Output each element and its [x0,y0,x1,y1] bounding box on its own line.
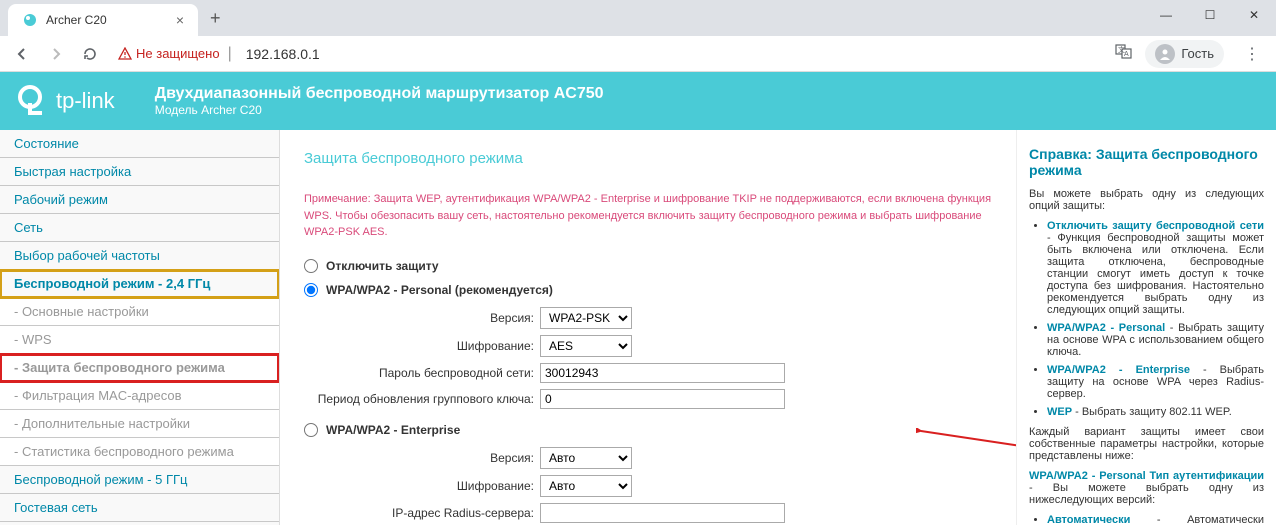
sidebar-item[interactable]: - Дополнительные настройки [0,410,279,438]
select-encryption-personal[interactable]: AES [540,335,632,357]
select-encryption-enterprise[interactable]: Авто [540,475,632,497]
radio-disable-label: Отключить защиту [326,259,439,273]
warning-icon [118,47,132,61]
translate-icon[interactable]: 文A [1115,42,1133,65]
profile-button[interactable]: Гость [1145,40,1224,68]
device-title: Двухдиапазонный беспроводной маршрутизат… [155,85,604,103]
input-wireless-password[interactable] [540,363,785,383]
help-auth-heading: WPA/WPA2 - Personal Тип аутентификации -… [1029,470,1264,506]
help-bullet: Отключить защиту беспроводной сети - Фун… [1047,220,1264,316]
sidebar-item[interactable]: - Фильтрация MAC-адресов [0,382,279,410]
svg-text:A: A [1124,51,1129,58]
brand-text: tp-link [56,88,115,114]
help-intro: Вы можете выбрать одну из следующих опци… [1029,188,1264,212]
router-header: tp-link Двухдиапазонный беспроводной мар… [0,72,1276,130]
help-title: Справка: Защита беспроводного режима [1029,146,1264,178]
sidebar: СостояниеБыстрая настройкаРабочий режимС… [0,130,280,525]
select-version-enterprise[interactable]: Авто [540,447,632,469]
window-controls: — ☐ ✕ [1144,0,1276,30]
sidebar-item[interactable]: Гостевая сеть [0,494,279,522]
label-encryption-ent: Шифрование: [304,479,534,493]
page-title: Защита беспроводного режима [304,150,992,167]
label-version: Версия: [304,311,534,325]
radio-wpa-enterprise[interactable] [304,423,318,437]
security-indicator[interactable]: Не защищено [118,46,220,61]
input-radius-ip[interactable] [540,503,785,523]
sidebar-item[interactable]: Быстрая настройка [0,158,279,186]
radio-disable-security[interactable] [304,259,318,273]
address-bar: Не защищено | 192.168.0.1 文A Гость ⋮ [0,36,1276,72]
label-encryption: Шифрование: [304,339,534,353]
annotation-arrow [916,428,1016,450]
select-version-personal[interactable]: WPA2-PSK [540,307,632,329]
url-text[interactable]: 192.168.0.1 [246,46,320,62]
browser-menu-icon[interactable]: ⋮ [1236,44,1268,64]
label-radius-ip: IP-адрес Radius-сервера: [304,506,534,520]
nav-forward[interactable] [42,40,70,68]
help-bullet: WEP - Выбрать защиту 802.11 WEP. [1047,406,1264,418]
nav-reload[interactable] [76,40,104,68]
label-group-key: Период обновления группового ключа: [304,392,534,406]
help-panel: Справка: Защита беспроводного режима Вы … [1016,130,1276,525]
browser-tab[interactable]: Archer C20 × [8,4,198,36]
tplink-icon [16,83,52,119]
sidebar-item[interactable]: - Основные настройки [0,298,279,326]
window-close[interactable]: ✕ [1232,0,1276,30]
radio-wpa-personal[interactable] [304,283,318,297]
sidebar-item[interactable]: Сеть [0,214,279,242]
label-version-ent: Версия: [304,451,534,465]
radio-personal-label: WPA/WPA2 - Personal (рекомендуется) [326,283,553,297]
input-group-key-period[interactable] [540,389,785,409]
tab-favicon [22,12,38,28]
content-form: Защита беспроводного режима Примечание: … [280,130,1016,525]
sidebar-item[interactable]: Состояние [0,130,279,158]
nav-back[interactable] [8,40,36,68]
profile-label: Гость [1181,46,1214,61]
sidebar-item[interactable]: - WPS [0,326,279,354]
sidebar-item[interactable]: Выбор рабочей частоты [0,242,279,270]
device-model: Модель Archer C20 [155,103,604,117]
warning-note: Примечание: Защита WEP, аутентификация W… [304,191,992,241]
browser-tab-strip: Archer C20 × + — ☐ ✕ [0,0,1276,36]
help-bullet: WPA/WPA2 - Personal - Выбрать защиту на … [1047,322,1264,358]
url-separator: | [228,45,232,63]
help-bullet: Автоматически - Автоматически выбирается… [1047,514,1264,525]
help-bullet: WPA/WPA2 - Enterprise - Выбрать защиту н… [1047,364,1264,400]
label-password: Пароль беспроводной сети: [304,366,534,380]
tab-title: Archer C20 [46,13,107,27]
radio-enterprise-label: WPA/WPA2 - Enterprise [326,423,460,437]
sidebar-item[interactable]: - Защита беспроводного режима [0,354,279,382]
new-tab-button[interactable]: + [210,8,221,29]
security-text: Не защищено [136,46,220,61]
help-para2: Каждый вариант защиты имеет свои собстве… [1029,426,1264,462]
brand-logo: tp-link [16,83,115,119]
sidebar-item[interactable]: Рабочий режим [0,186,279,214]
avatar-icon [1155,44,1175,64]
sidebar-item[interactable]: Беспроводной режим - 5 ГГц [0,466,279,494]
sidebar-item[interactable]: - Статистика беспроводного режима [0,438,279,466]
sidebar-item[interactable]: Беспроводной режим - 2,4 ГГц [0,270,279,298]
window-maximize[interactable]: ☐ [1188,0,1232,30]
window-minimize[interactable]: — [1144,0,1188,30]
close-tab-icon[interactable]: × [176,12,184,28]
help-options-list: Отключить защиту беспроводной сети - Фун… [1029,220,1264,418]
help-auth-list: Автоматически - Автоматически выбирается… [1029,514,1264,525]
